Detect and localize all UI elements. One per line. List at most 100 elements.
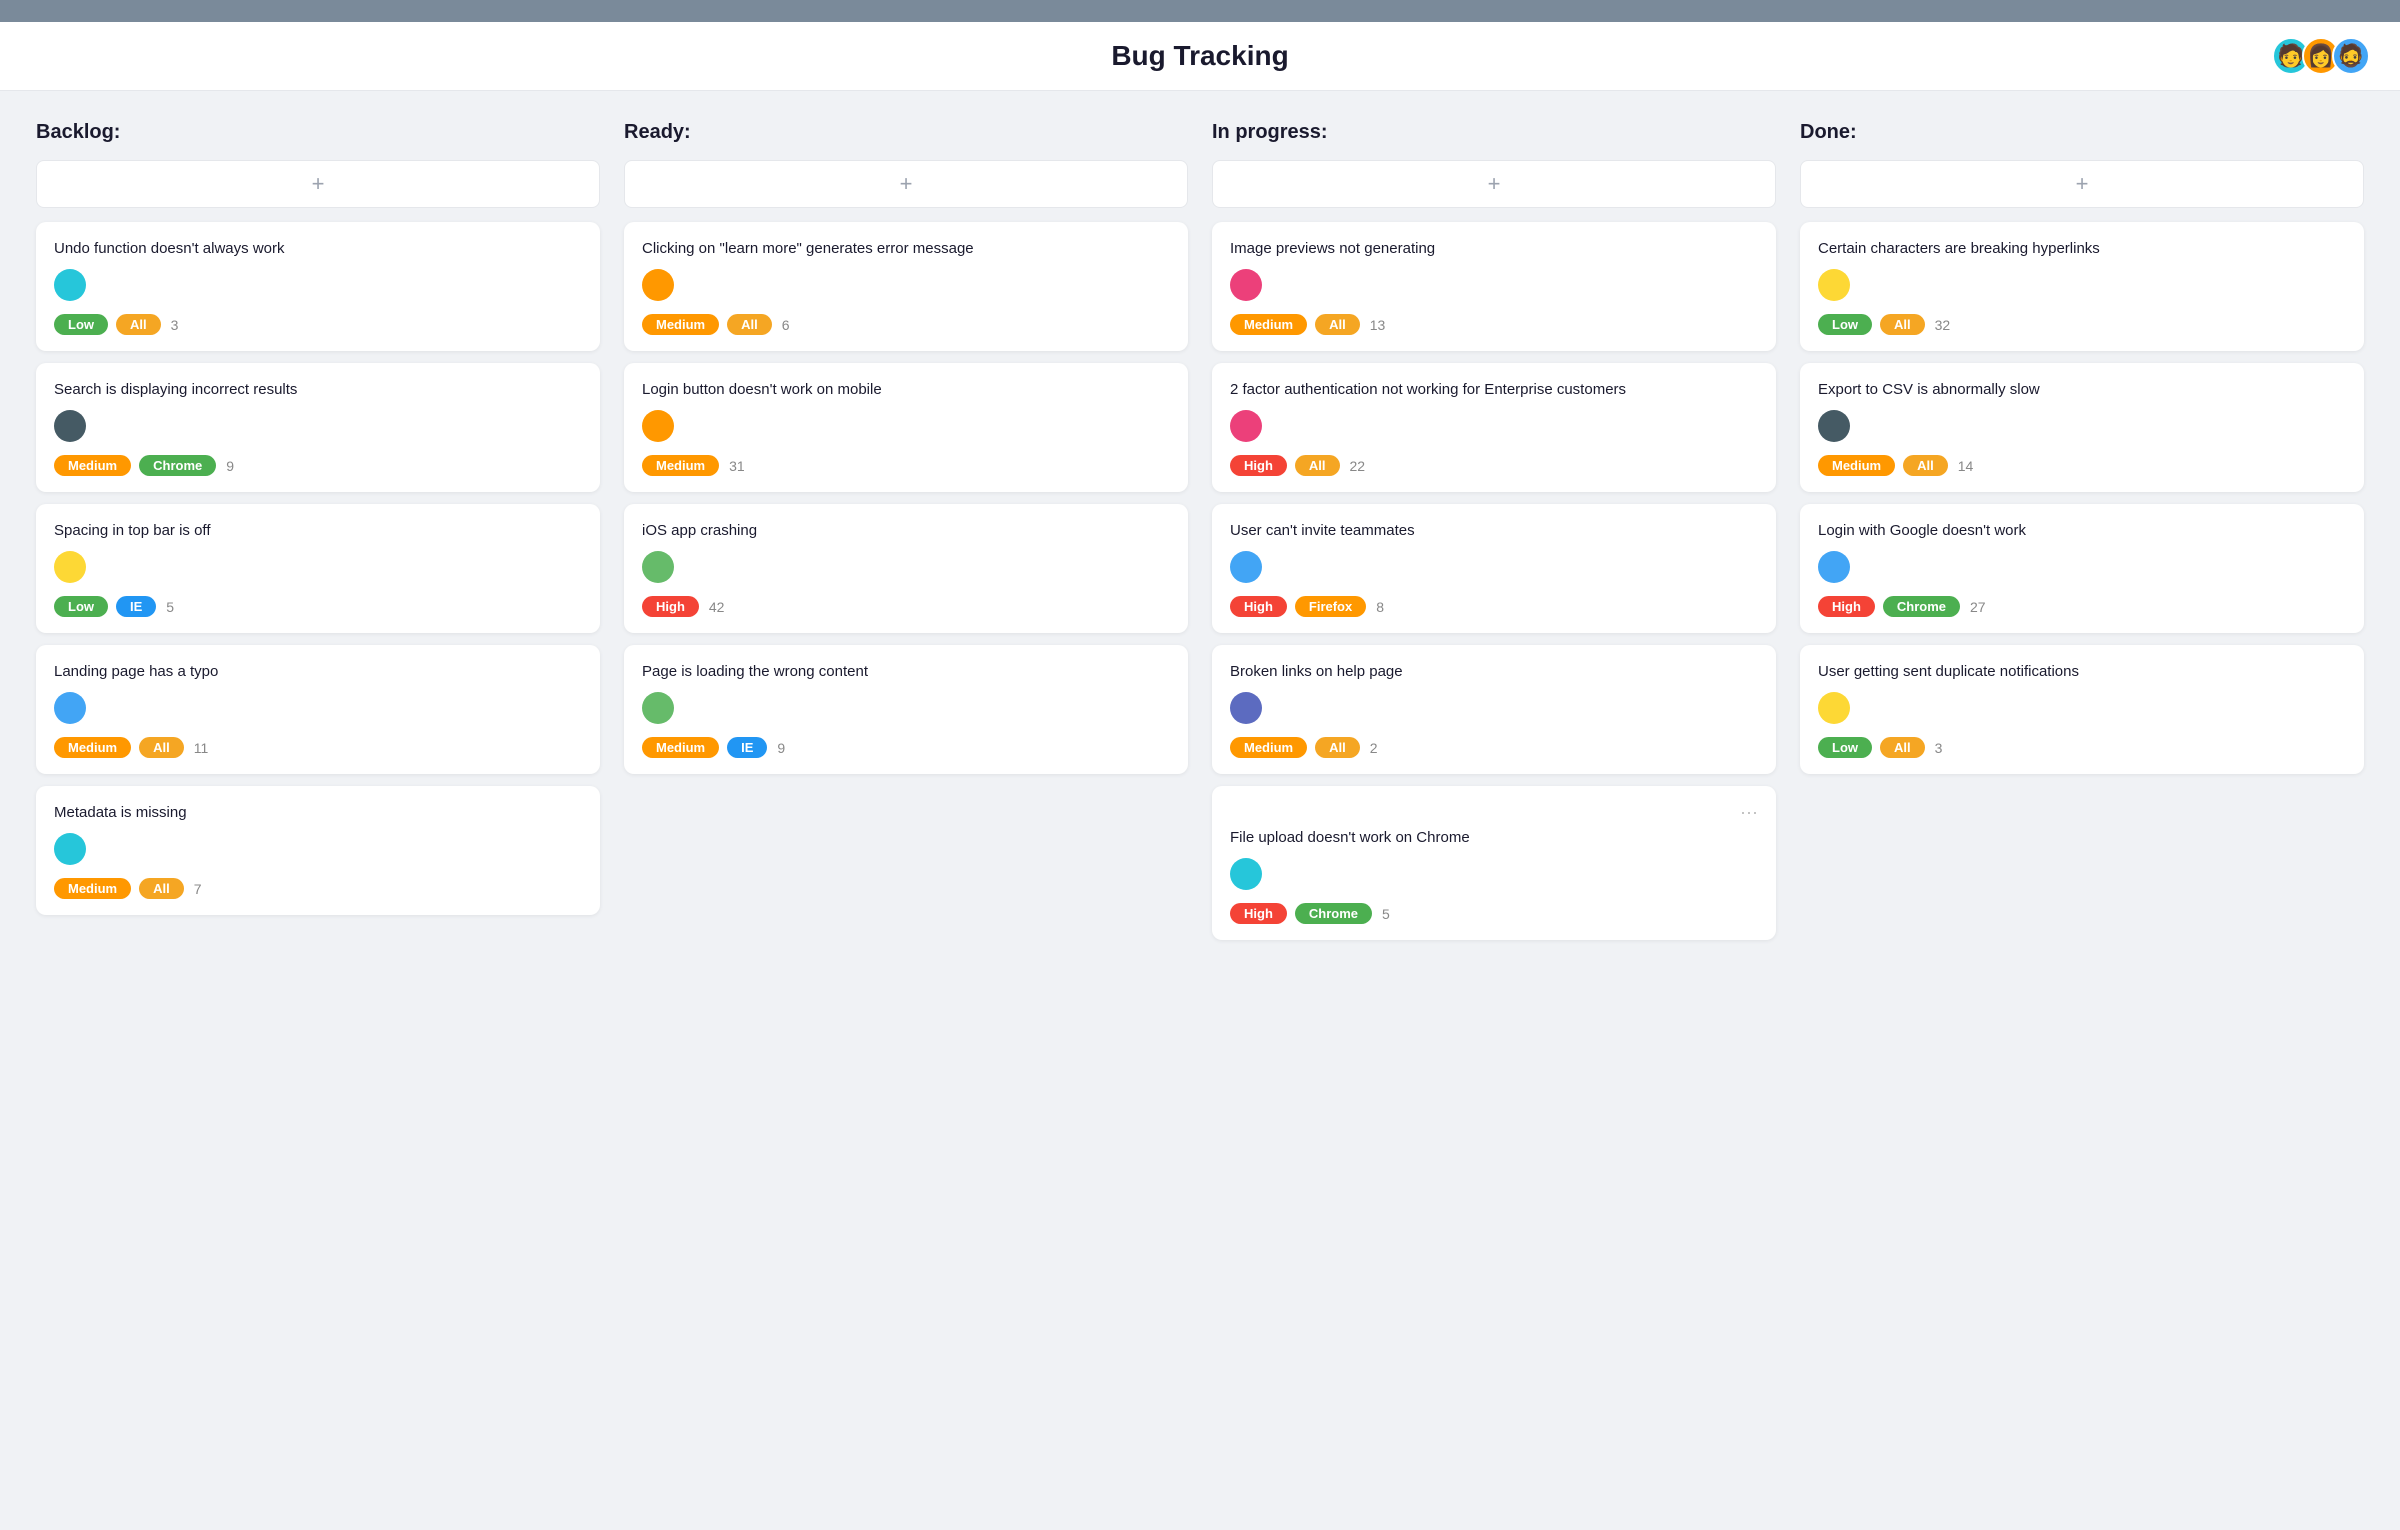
card-r3[interactable]: iOS app crashing High42: [624, 504, 1188, 633]
card-footer: High42: [642, 596, 1170, 617]
platform-badge: Chrome: [1295, 903, 1372, 924]
card-r2[interactable]: Login button doesn't work on mobileMediu…: [624, 363, 1188, 492]
column-header-done: Done:: [1800, 121, 2364, 144]
card-title: Undo function doesn't always work: [54, 238, 582, 259]
priority-badge: Low: [54, 596, 108, 617]
card-count: 9: [777, 740, 785, 756]
card-footer: MediumAll6: [642, 314, 1170, 335]
avatar-3[interactable]: 🧔: [2332, 37, 2370, 75]
card-c5[interactable]: Metadata is missing Medium All 7: [36, 786, 600, 915]
card-title: Landing page has a typo: [54, 661, 582, 682]
card-d2[interactable]: Export to CSV is abnormally slowMediumAl…: [1800, 363, 2364, 492]
card-avatar: [54, 833, 86, 865]
card-menu-dots[interactable]: ···: [1230, 802, 1758, 823]
card-p5[interactable]: ···File upload doesn't work on ChromeHig…: [1212, 786, 1776, 940]
priority-badge: Low: [54, 314, 108, 335]
card-footer: Low All 3: [1818, 737, 2346, 758]
card-title: Clicking on "learn more" generates error…: [642, 238, 1170, 259]
card-title: Metadata is missing: [54, 802, 582, 823]
platform-badge: All: [727, 314, 772, 335]
platform-badge: All: [1880, 737, 1925, 758]
column-inprogress: In progress:+Image previews not generati…: [1200, 121, 1788, 952]
platform-badge: All: [1315, 314, 1360, 335]
platform-badge: Chrome: [1883, 596, 1960, 617]
card-count: 3: [171, 317, 179, 333]
card-p1[interactable]: Image previews not generatingMediumAll13: [1212, 222, 1776, 351]
card-footer: MediumIE9: [642, 737, 1170, 758]
card-avatar: [1818, 269, 1850, 301]
card-avatar: [1230, 858, 1262, 890]
card-count: 5: [1382, 906, 1390, 922]
card-p4[interactable]: Broken links on help pageMediumAll2: [1212, 645, 1776, 774]
platform-badge: Firefox: [1295, 596, 1366, 617]
priority-badge: High: [1230, 903, 1287, 924]
card-count: 27: [1970, 599, 1986, 615]
card-title: User can't invite teammates: [1230, 520, 1758, 541]
card-footer: High All 22: [1230, 455, 1758, 476]
card-count: 3: [1935, 740, 1943, 756]
card-count: 22: [1350, 458, 1366, 474]
column-header-backlog: Backlog:: [36, 121, 600, 144]
priority-badge: Medium: [1230, 314, 1307, 335]
card-avatar: [1230, 410, 1262, 442]
platform-badge: All: [139, 737, 184, 758]
card-r1[interactable]: Clicking on "learn more" generates error…: [624, 222, 1188, 351]
card-footer: Medium 31: [642, 455, 1170, 476]
priority-badge: Medium: [642, 455, 719, 476]
card-d3[interactable]: Login with Google doesn't workHighChrome…: [1800, 504, 2364, 633]
card-p2[interactable]: 2 factor authentication not working for …: [1212, 363, 1776, 492]
priority-badge: Medium: [54, 737, 131, 758]
add-card-btn-inprogress[interactable]: +: [1212, 160, 1776, 208]
card-title: iOS app crashing: [642, 520, 1170, 541]
card-title: Image previews not generating: [1230, 238, 1758, 259]
card-title: 2 factor authentication not working for …: [1230, 379, 1758, 400]
card-avatar: [54, 551, 86, 583]
card-p3[interactable]: User can't invite teammatesHighFirefox8: [1212, 504, 1776, 633]
platform-badge: All: [1903, 455, 1948, 476]
card-title: Certain characters are breaking hyperlin…: [1818, 238, 2346, 259]
card-avatar: [1230, 269, 1262, 301]
platform-badge: All: [1295, 455, 1340, 476]
add-card-btn-backlog[interactable]: +: [36, 160, 600, 208]
priority-badge: Medium: [54, 878, 131, 899]
header-avatars: 🧑 👩 🧔: [2272, 37, 2370, 75]
priority-badge: Low: [1818, 314, 1872, 335]
card-r4[interactable]: Page is loading the wrong content MediumI…: [624, 645, 1188, 774]
card-d1[interactable]: Certain characters are breaking hyperlin…: [1800, 222, 2364, 351]
card-count: 7: [194, 881, 202, 897]
card-avatar: [1818, 692, 1850, 724]
card-footer: LowIE5: [54, 596, 582, 617]
card-title: Search is displaying incorrect results: [54, 379, 582, 400]
card-count: 31: [729, 458, 745, 474]
page-title: Bug Tracking: [1111, 40, 1288, 72]
priority-badge: Low: [1818, 737, 1872, 758]
card-c1[interactable]: Undo function doesn't always work Low All 3: [36, 222, 600, 351]
card-c3[interactable]: Spacing in top bar is offLowIE5: [36, 504, 600, 633]
card-count: 14: [1958, 458, 1974, 474]
platform-badge: All: [116, 314, 161, 335]
card-avatar: [642, 410, 674, 442]
card-c2[interactable]: Search is displaying incorrect resultsMe…: [36, 363, 600, 492]
card-avatar: [642, 551, 674, 583]
card-count: 2: [1370, 740, 1378, 756]
priority-badge: High: [1230, 455, 1287, 476]
card-footer: MediumAll13: [1230, 314, 1758, 335]
card-footer: HighFirefox8: [1230, 596, 1758, 617]
card-count: 32: [1935, 317, 1951, 333]
card-title: Page is loading the wrong content: [642, 661, 1170, 682]
card-footer: MediumAll2: [1230, 737, 1758, 758]
column-done: Done: + Certain characters are breaking hy…: [1788, 121, 2376, 952]
card-title: Login with Google doesn't work: [1818, 520, 2346, 541]
card-footer: High Chrome 5: [1230, 903, 1758, 924]
card-d4[interactable]: User getting sent duplicate notification…: [1800, 645, 2364, 774]
header: Bug Tracking 🧑 👩 🧔: [0, 22, 2400, 91]
card-c4[interactable]: Landing page has a typoMediumAll11: [36, 645, 600, 774]
card-avatar: [1230, 692, 1262, 724]
platform-badge: All: [139, 878, 184, 899]
priority-badge: Medium: [642, 737, 719, 758]
card-count: 8: [1376, 599, 1384, 615]
add-card-btn-done[interactable]: +: [1800, 160, 2364, 208]
column-backlog: Backlog: + Undo function doesn't always wo…: [24, 121, 612, 952]
card-avatar: [1230, 551, 1262, 583]
add-card-btn-ready[interactable]: +: [624, 160, 1188, 208]
